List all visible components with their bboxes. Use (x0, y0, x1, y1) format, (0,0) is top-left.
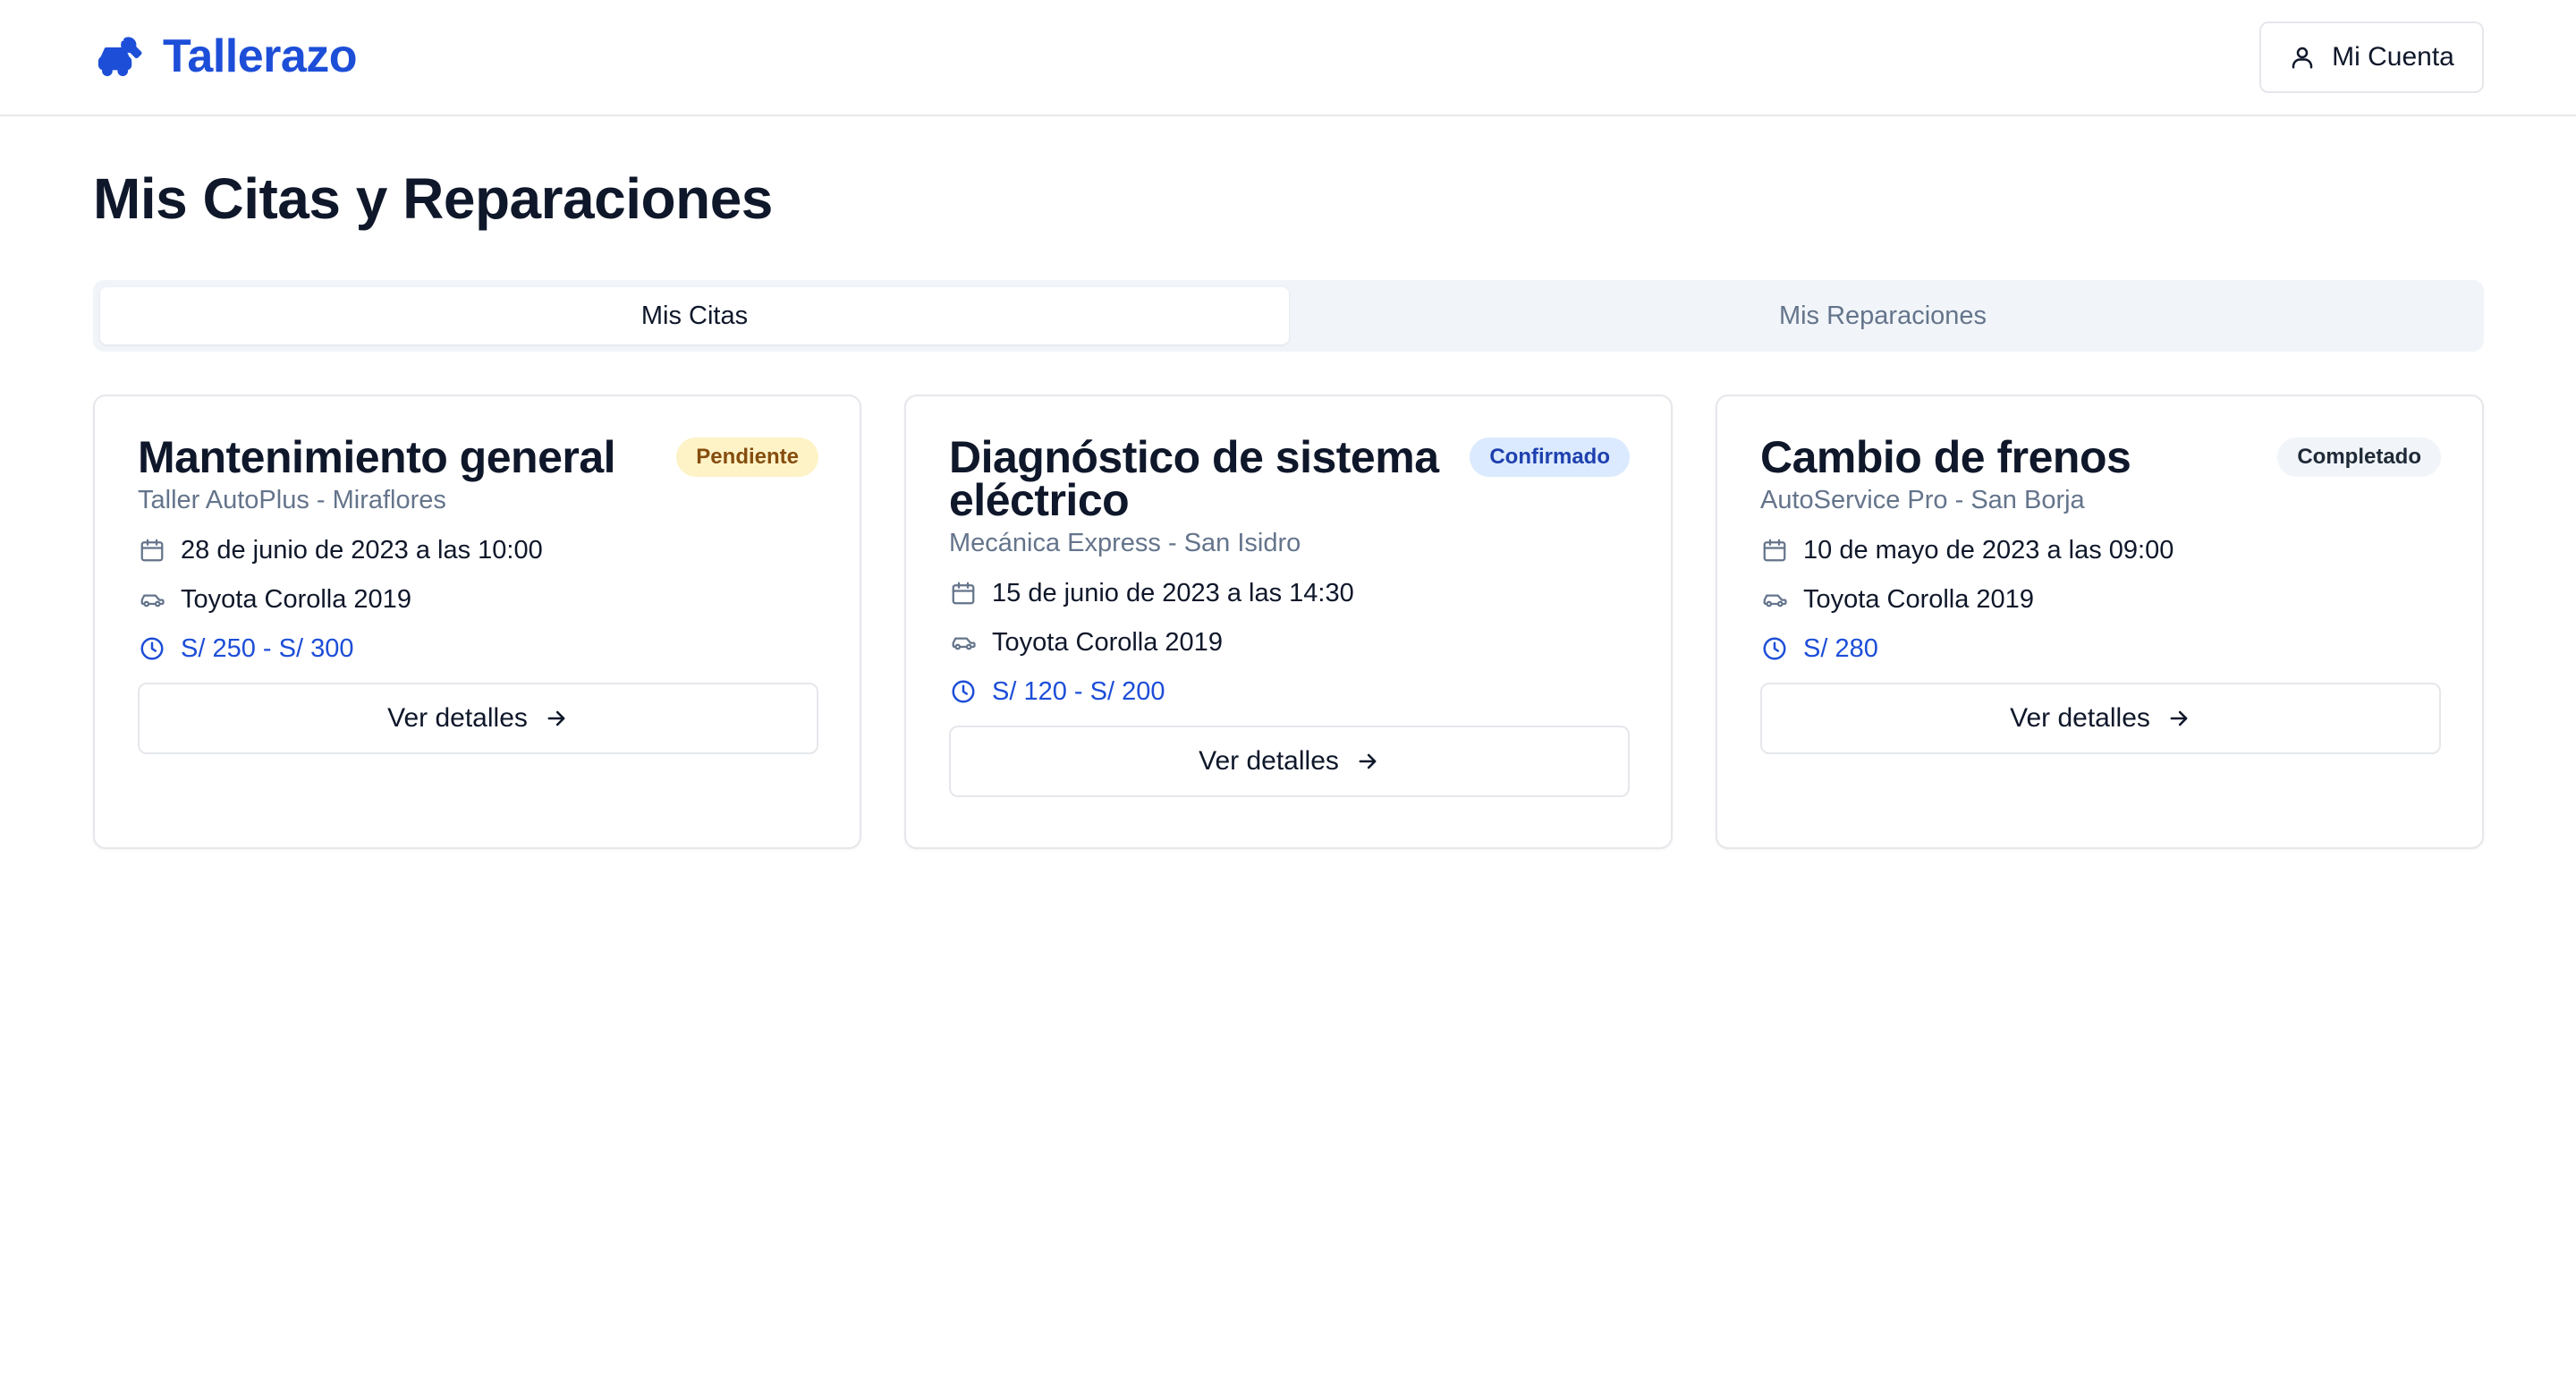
brand-name: Tallerazo (163, 30, 358, 82)
appointment-date-row: 28 de junio de 2023 a las 10:00 (138, 532, 818, 568)
vehicle-row: Toyota Corolla 2019 (138, 582, 818, 617)
tabs: Mis Citas Mis Reparaciones (93, 280, 2484, 352)
vehicle-name: Toyota Corolla 2019 (181, 584, 411, 614)
car-icon (1760, 585, 1789, 614)
price-row: S/ 280 (1760, 631, 2441, 667)
view-details-button[interactable]: Ver detalles (138, 683, 818, 754)
calendar-icon (1760, 536, 1789, 565)
price-range: S/ 280 (1803, 633, 1878, 663)
car-icon (949, 628, 978, 657)
view-details-label: Ver detalles (2010, 703, 2150, 733)
vehicle-row: Toyota Corolla 2019 (949, 624, 1630, 660)
appointment-date-row: 15 de junio de 2023 a las 14:30 (949, 575, 1630, 611)
my-account-label: Mi Cuenta (2332, 42, 2454, 72)
car-icon (138, 585, 166, 614)
calendar-icon (138, 536, 166, 565)
page-title: Mis Citas y Reparaciones (93, 166, 773, 231)
appointment-title: Cambio de frenos (1760, 432, 2131, 482)
my-account-button[interactable]: Mi Cuenta (2259, 21, 2484, 93)
view-details-label: Ver detalles (1199, 746, 1339, 776)
clock-icon (949, 677, 978, 706)
arrow-right-icon (544, 706, 569, 731)
clock-icon (138, 634, 166, 663)
top-bar: Tallerazo Mi Cuenta (0, 0, 2576, 116)
appointment-card: Mantenimiento general Pendiente Taller A… (93, 395, 861, 849)
price-range: S/ 250 - S/ 300 (181, 633, 354, 663)
price-range: S/ 120 - S/ 200 (992, 676, 1165, 706)
status-badge: Completado (2277, 437, 2441, 477)
clock-icon (1760, 634, 1789, 663)
appointment-date: 10 de mayo de 2023 a las 09:00 (1803, 535, 2174, 565)
price-row: S/ 250 - S/ 300 (138, 631, 818, 667)
vehicle-name: Toyota Corolla 2019 (1803, 584, 2034, 614)
appointment-date-row: 10 de mayo de 2023 a las 09:00 (1760, 532, 2441, 568)
workshop-name: Taller AutoPlus - Miraflores (138, 486, 446, 514)
arrow-right-icon (2166, 706, 2191, 731)
user-icon (2289, 44, 2316, 71)
workshop-name: Mecánica Express - San Isidro (949, 529, 1301, 557)
status-badge: Confirmado (1470, 437, 1630, 477)
car-repair-icon (97, 33, 143, 80)
brand-logo[interactable]: Tallerazo (97, 27, 358, 86)
tab-mis-citas[interactable]: Mis Citas (100, 287, 1289, 344)
arrow-right-icon (1355, 749, 1380, 774)
workshop-name: AutoService Pro - San Borja (1760, 486, 2085, 514)
view-details-button[interactable]: Ver detalles (1760, 683, 2441, 754)
appointment-date: 15 de junio de 2023 a las 14:30 (992, 578, 1354, 607)
tab-mis-reparaciones[interactable]: Mis Reparaciones (1289, 287, 2477, 344)
vehicle-name: Toyota Corolla 2019 (992, 627, 1223, 657)
status-badge: Pendiente (676, 437, 818, 477)
appointment-title: Diagnóstico de sistema eléctrico (949, 432, 1439, 525)
appointment-title: Mantenimiento general (138, 432, 616, 482)
price-row: S/ 120 - S/ 200 (949, 674, 1630, 709)
appointment-card: Cambio de frenos Completado AutoService … (1716, 395, 2484, 849)
appointment-date: 28 de junio de 2023 a las 10:00 (181, 535, 543, 565)
calendar-icon (949, 579, 978, 607)
view-details-button[interactable]: Ver detalles (949, 726, 1630, 797)
view-details-label: Ver detalles (387, 703, 528, 733)
vehicle-row: Toyota Corolla 2019 (1760, 582, 2441, 617)
appointment-card: Diagnóstico de sistema eléctrico Confirm… (904, 395, 1673, 849)
